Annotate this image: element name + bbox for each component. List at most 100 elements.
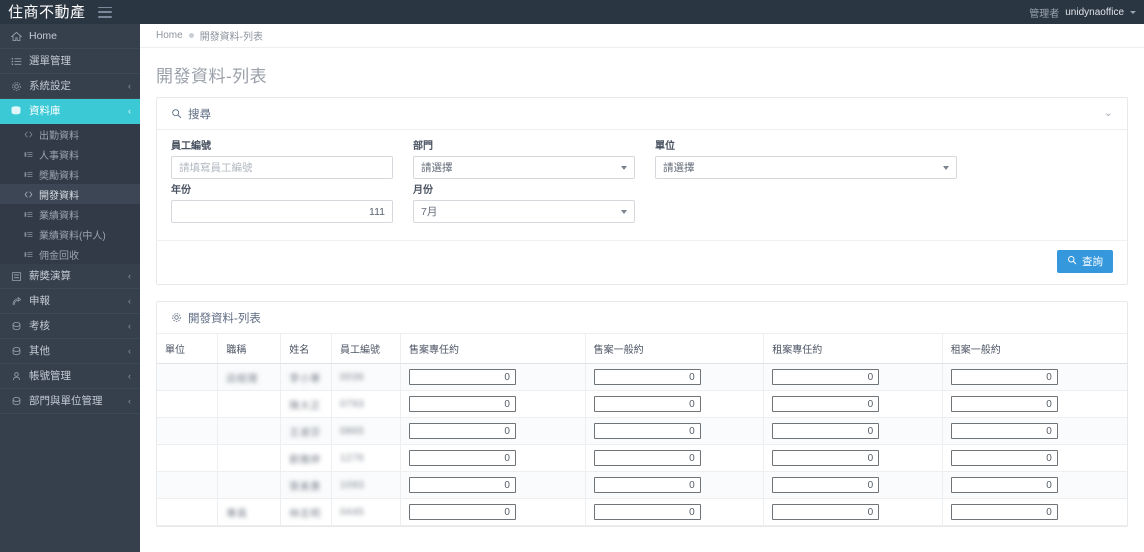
sidebar-subitem-performance-agent[interactable]: 業績資料(中人) xyxy=(0,224,140,244)
chevron-down-icon[interactable]: ⌄ xyxy=(1104,108,1113,119)
input-rent-general[interactable]: 0 xyxy=(951,423,1058,439)
sidebar-subitem-label: 開發資料 xyxy=(39,187,79,202)
cell-sale-general: 0 xyxy=(585,364,764,391)
input-rent-general[interactable]: 0 xyxy=(951,477,1058,493)
sidebar-subitem-hr[interactable]: 人事資料 xyxy=(0,144,140,164)
sidebar-subitem-commission[interactable]: 佣金回收 xyxy=(0,244,140,264)
field-year: 年份 111 xyxy=(171,186,393,223)
input-sale-exclusive[interactable]: 0 xyxy=(409,504,516,520)
search-panel-title: 搜尋 xyxy=(188,106,211,122)
col-title: 職稱 xyxy=(218,334,281,364)
chevron-left-icon: ‹ xyxy=(128,82,131,91)
sidebar-item-dept-unit-manage[interactable]: 部門與單位管理 ‹ xyxy=(0,389,140,414)
search-input-employee-no[interactable]: 請填寫員工編號 xyxy=(171,156,393,179)
select-unit[interactable]: 請選擇 xyxy=(655,156,957,179)
cell-employee-no: 1276 xyxy=(332,445,401,472)
sidebar-subitem-label: 奬勵資料 xyxy=(39,167,79,182)
cell-rent-exclusive: 0 xyxy=(764,472,943,499)
search-panel-header[interactable]: 搜尋 ⌄ xyxy=(157,98,1127,130)
input-rent-exclusive[interactable]: 0 xyxy=(772,504,879,520)
chevron-left-icon: ‹ xyxy=(128,372,131,381)
sidebar-item-account-manage[interactable]: 帳號管理 ‹ xyxy=(0,364,140,389)
sidebar-subitem-reward[interactable]: 奬勵資料 xyxy=(0,164,140,184)
redacted-text: 劉雅婷 xyxy=(289,451,321,466)
input-sale-exclusive[interactable]: 0 xyxy=(409,369,516,385)
select-month[interactable]: 7月 xyxy=(413,200,635,223)
select-month-value: 7月 xyxy=(421,204,437,219)
input-sale-exclusive[interactable]: 0 xyxy=(409,477,516,493)
sidebar: Home 選單管理 系統設定 ‹ 資 xyxy=(0,24,140,552)
field-unit: 單位 請選擇 xyxy=(655,142,957,179)
input-sale-general[interactable]: 0 xyxy=(594,504,701,520)
gear-icon xyxy=(9,81,23,92)
sidebar-item-others[interactable]: 其他 ‹ xyxy=(0,339,140,364)
input-rent-exclusive[interactable]: 0 xyxy=(772,477,879,493)
input-sale-general[interactable]: 0 xyxy=(594,477,701,493)
cell-employee-no: 0865 xyxy=(332,418,401,445)
col-rent-exclusive: 租案專任約 xyxy=(764,334,943,364)
cell-employee-no: 0036 xyxy=(332,364,401,391)
hamburger-icon[interactable] xyxy=(98,7,112,18)
sidebar-item-home[interactable]: Home xyxy=(0,24,140,49)
input-rent-exclusive[interactable]: 0 xyxy=(772,369,879,385)
table-row: 店經理 李小華 0036 0 0 0 0 xyxy=(157,364,1127,391)
input-rent-general[interactable]: 0 xyxy=(951,396,1058,412)
sidebar-subitem-label: 人事資料 xyxy=(39,147,79,162)
chevron-down-icon xyxy=(621,166,627,170)
search-input-year[interactable]: 111 xyxy=(171,200,393,223)
cell-rent-general: 0 xyxy=(942,499,1127,526)
database-icon xyxy=(9,105,23,117)
cell-name: 王淑芬 xyxy=(281,418,332,445)
table-row: 王淑芬 0865 0 0 0 0 xyxy=(157,418,1127,445)
list-panel-title: 開發資料-列表 xyxy=(188,310,261,326)
input-sale-exclusive[interactable]: 0 xyxy=(409,396,516,412)
cell-name: 李小華 xyxy=(281,364,332,391)
table-head: 單位 職稱 姓名 員工編號 售案專任約 售案一般約 租案專任約 租案一般約 xyxy=(157,334,1127,364)
redacted-text: 張美惠 xyxy=(289,478,321,493)
field-label-department: 部門 xyxy=(413,142,635,152)
sidebar-item-system-settings[interactable]: 系統設定 ‹ xyxy=(0,74,140,99)
cell-sale-exclusive: 0 xyxy=(400,391,585,418)
sidebar-item-label: Home xyxy=(29,31,57,42)
cell-title: 專員 xyxy=(218,499,281,526)
cell-unit xyxy=(157,391,218,418)
cell-name: 張美惠 xyxy=(281,472,332,499)
input-sale-general[interactable]: 0 xyxy=(594,369,701,385)
input-rent-exclusive[interactable]: 0 xyxy=(772,396,879,412)
input-rent-exclusive[interactable]: 0 xyxy=(772,423,879,439)
cell-sale-exclusive: 0 xyxy=(400,499,585,526)
input-rent-general[interactable]: 0 xyxy=(951,369,1058,385)
breadcrumb-home[interactable]: Home xyxy=(156,30,183,41)
sidebar-item-label: 選單管理 xyxy=(29,56,71,67)
sidebar-subitem-attendance[interactable]: 出勤資料 xyxy=(0,124,140,144)
table-row: 陳大正 0793 0 0 0 0 xyxy=(157,391,1127,418)
sidebar-item-label: 資料庫 xyxy=(29,106,61,117)
table-row: 張美惠 1093 0 0 0 0 xyxy=(157,472,1127,499)
input-rent-general[interactable]: 0 xyxy=(951,504,1058,520)
input-rent-exclusive[interactable]: 0 xyxy=(772,450,879,466)
input-sale-general[interactable]: 0 xyxy=(594,423,701,439)
user-menu[interactable]: 管理者 unidynaoffice xyxy=(1029,5,1144,20)
input-sale-exclusive[interactable]: 0 xyxy=(409,450,516,466)
sidebar-subitem-development[interactable]: 開發資料 xyxy=(0,184,140,204)
sidebar-item-assessment[interactable]: 考核 ‹ xyxy=(0,314,140,339)
cell-sale-general: 0 xyxy=(585,391,764,418)
search-submit-label: 查詢 xyxy=(1082,254,1103,269)
input-sale-exclusive[interactable]: 0 xyxy=(409,423,516,439)
calc-icon xyxy=(9,271,23,282)
sidebar-item-declaration[interactable]: 申報 ‹ xyxy=(0,289,140,314)
sidebar-item-salary-calc[interactable]: 薪奬演算 ‹ xyxy=(0,264,140,289)
select-department[interactable]: 請選擇 xyxy=(413,156,635,179)
search-submit-button[interactable]: 查詢 xyxy=(1057,250,1113,273)
cell-rent-general: 0 xyxy=(942,418,1127,445)
sidebar-item-database[interactable]: 資料庫 ‹ xyxy=(0,99,140,124)
input-sale-general[interactable]: 0 xyxy=(594,450,701,466)
redacted-text: 0865 xyxy=(340,426,364,437)
input-rent-general[interactable]: 0 xyxy=(951,450,1058,466)
sidebar-item-menu-manage[interactable]: 選單管理 xyxy=(0,49,140,74)
sidebar-subitem-performance[interactable]: 業績資料 xyxy=(0,204,140,224)
user-role: 管理者 xyxy=(1029,5,1059,20)
sidebar-subitem-label: 出勤資料 xyxy=(39,127,79,142)
input-sale-general[interactable]: 0 xyxy=(594,396,701,412)
redacted-text: 1093 xyxy=(340,480,364,491)
